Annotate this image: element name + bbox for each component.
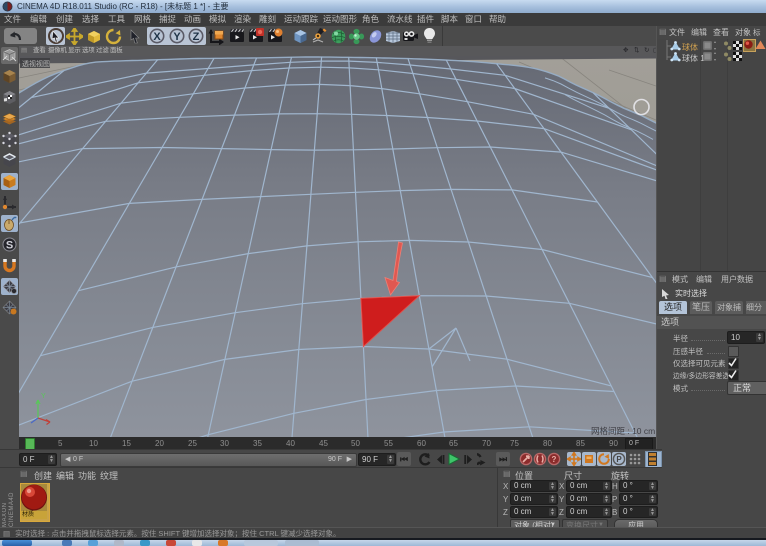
svg-text:P: P [616, 455, 622, 464]
svg-text:X: X [153, 31, 161, 43]
svg-text:Y: Y [173, 31, 181, 43]
svg-text:Z: Z [193, 31, 200, 43]
svg-text:S: S [6, 240, 13, 252]
svg-text:?: ? [552, 455, 557, 464]
svg-text:Y: Y [41, 393, 46, 400]
svg-text:透视视图: 透视视图 [22, 59, 50, 68]
svg-text:网格间距 : 10 cm: 网格间距 : 10 cm [591, 426, 655, 436]
